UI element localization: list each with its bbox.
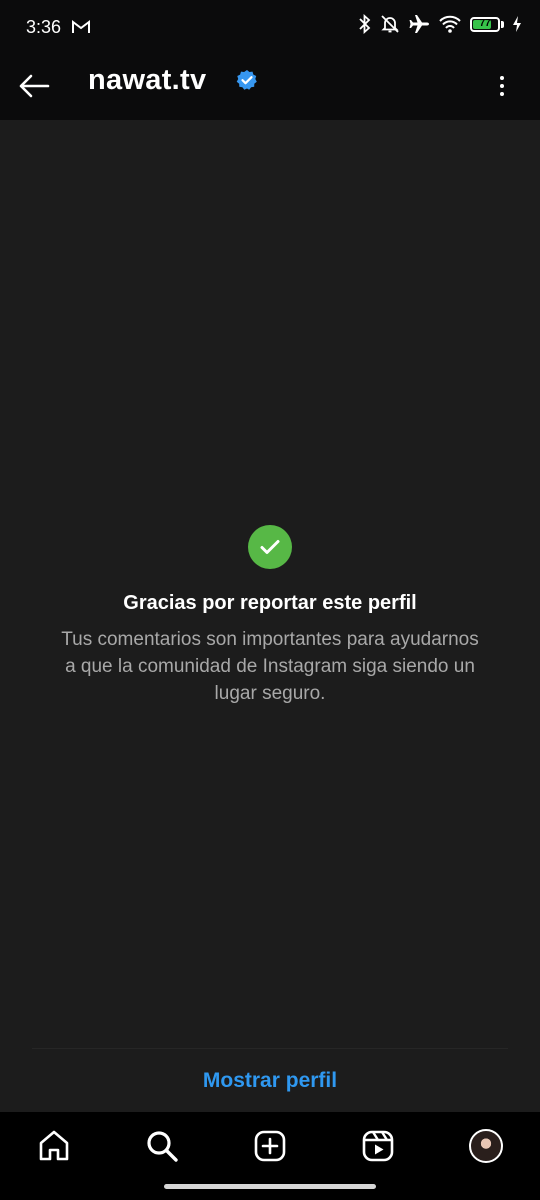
confirmation-title: Gracias por reportar este perfil <box>123 592 417 614</box>
mute-bell-icon <box>381 15 399 33</box>
divider <box>32 1048 508 1049</box>
confirmation-message: Tus comentarios son importantes para ayu… <box>61 629 479 704</box>
checkmark-icon <box>260 540 280 554</box>
back-button[interactable] <box>14 66 54 106</box>
report-confirmation-panel: Gracias por reportar este perfil Tus com… <box>0 120 540 1050</box>
back-arrow-icon <box>19 74 50 98</box>
check-circle-icon <box>248 525 292 569</box>
nav-create[interactable] <box>250 1126 290 1166</box>
status-icons: 77 <box>358 14 522 34</box>
nav-reels[interactable] <box>358 1126 398 1166</box>
nav-profile[interactable] <box>466 1126 506 1166</box>
reels-icon <box>362 1130 394 1162</box>
more-options-button[interactable] <box>492 68 512 104</box>
airplane-icon <box>409 15 429 33</box>
profile-avatar <box>469 1129 503 1163</box>
wifi-icon <box>439 15 461 33</box>
create-icon <box>254 1130 286 1162</box>
status-time: 3:36 <box>26 17 62 37</box>
nav-home[interactable] <box>34 1126 74 1166</box>
charging-icon <box>513 16 521 32</box>
bluetooth-icon <box>359 14 371 34</box>
show-profile-button[interactable]: Mostrar perfil <box>0 1050 540 1112</box>
battery-tip <box>501 20 504 28</box>
profile-header: nawat.tv <box>0 56 540 120</box>
nav-search[interactable] <box>142 1126 182 1166</box>
home-indicator[interactable] <box>164 1184 376 1189</box>
status-bar: 3:36 77 <box>0 0 540 56</box>
battery-level: 77 <box>479 18 491 29</box>
search-icon <box>147 1131 178 1162</box>
battery-icon: 77 <box>470 16 500 32</box>
more-vertical-icon <box>500 76 504 80</box>
home-icon <box>39 1130 69 1161</box>
gmail-icon <box>72 20 90 33</box>
profile-username: nawat.tv <box>88 64 207 96</box>
verified-badge-icon <box>236 70 257 90</box>
